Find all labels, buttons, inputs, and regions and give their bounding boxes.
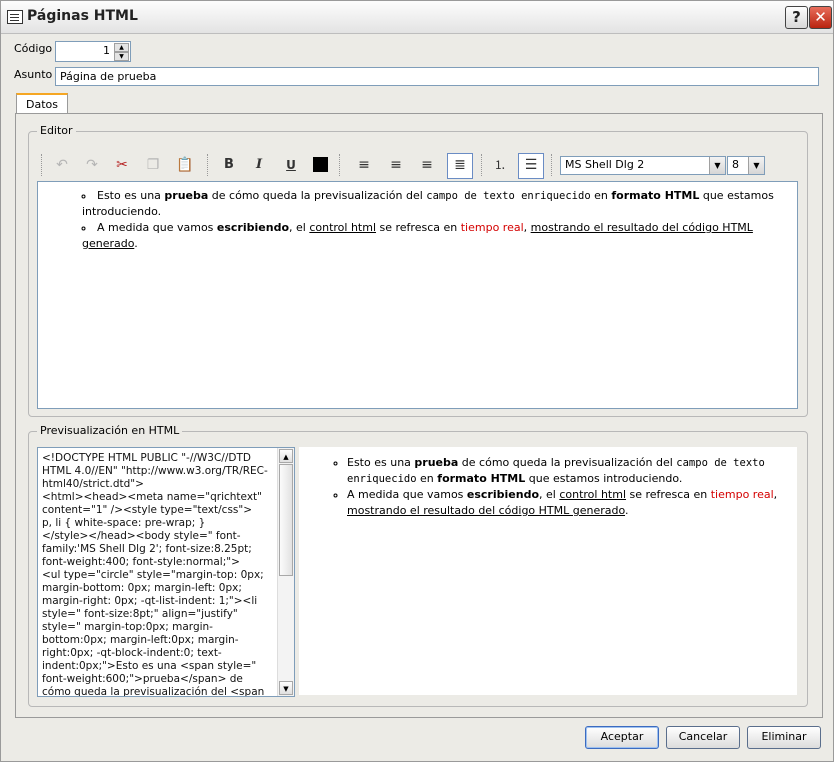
spin-down-icon[interactable]: ▼	[114, 52, 129, 61]
underline-button[interactable]: U	[280, 154, 302, 176]
toolbar-separator	[481, 154, 484, 176]
italic-button[interactable]: I	[248, 154, 270, 176]
editor-list-item: A medida que vamos escribiendo, el contr…	[82, 220, 788, 252]
asunto-label: Asunto	[14, 68, 53, 81]
text-color-swatch[interactable]	[313, 157, 328, 172]
accept-button[interactable]: Aceptar	[585, 726, 659, 749]
bullet-list-icon[interactable]: ☰	[518, 153, 544, 179]
align-right-icon[interactable]: ≡	[416, 154, 438, 176]
chevron-down-icon[interactable]: ▼	[709, 157, 725, 174]
cut-icon[interactable]: ✂	[111, 154, 133, 176]
redo-icon[interactable]: ↷	[81, 154, 103, 176]
editor-group-title: Editor	[37, 124, 76, 137]
preview-list-item: Esto es una prueba de cómo queda la prev…	[347, 455, 789, 487]
numbered-list-icon[interactable]: ⒈	[489, 154, 511, 176]
cancel-button[interactable]: Cancelar	[666, 726, 740, 749]
rich-text-editor[interactable]: Esto es una prueba de cómo queda la prev…	[37, 181, 798, 409]
font-family-select[interactable]: MS Shell Dlg 2 ▼	[560, 156, 726, 175]
toolbar-separator	[551, 154, 554, 176]
preview-list-item: A medida que vamos escribiendo, el contr…	[347, 487, 789, 519]
tab-datos[interactable]: Datos	[16, 93, 68, 115]
codigo-value[interactable]: 1	[103, 44, 110, 57]
copy-icon[interactable]: ❐	[142, 154, 164, 176]
dialog-window: Páginas HTML ? ✕ Código 1 ▲ ▼ Asunto Dat…	[0, 0, 834, 762]
asunto-input[interactable]	[55, 67, 819, 86]
window-title: Páginas HTML	[27, 8, 138, 24]
title-bar: Páginas HTML ? ✕	[1, 1, 833, 34]
toolbar-separator	[339, 154, 342, 176]
delete-button[interactable]: Eliminar	[747, 726, 821, 749]
paste-icon[interactable]: 📋	[174, 154, 196, 176]
codigo-label: Código	[14, 42, 53, 55]
editor-list-item: Esto es una prueba de cómo queda la prev…	[82, 188, 788, 220]
source-scrollbar[interactable]: ▲ ▼	[277, 448, 294, 696]
scroll-down-icon[interactable]: ▼	[279, 681, 293, 695]
chevron-down-icon[interactable]: ▼	[748, 157, 764, 174]
preview-group-title: Previsualización en HTML	[37, 424, 183, 437]
codigo-spinbox[interactable]: 1 ▲ ▼	[55, 41, 131, 62]
toolbar-separator	[207, 154, 210, 176]
close-button[interactable]: ✕	[809, 6, 832, 29]
window-icon	[7, 10, 23, 24]
align-center-icon[interactable]: ≡	[385, 154, 407, 176]
bold-button[interactable]: B	[218, 154, 240, 176]
font-family-value: MS Shell Dlg 2	[565, 158, 645, 171]
help-button[interactable]: ?	[785, 6, 808, 29]
align-left-icon[interactable]: ≡	[353, 154, 375, 176]
scroll-thumb[interactable]	[279, 464, 293, 576]
html-preview: Esto es una prueba de cómo queda la prev…	[299, 447, 797, 695]
spin-up-icon[interactable]: ▲	[114, 43, 129, 52]
toolbar-separator	[41, 154, 44, 176]
scroll-up-icon[interactable]: ▲	[279, 449, 293, 463]
align-justify-icon[interactable]: ≣	[447, 153, 473, 179]
html-source-text: <!DOCTYPE HTML PUBLIC "-//W3C//DTD HTML …	[42, 452, 268, 697]
html-source-view[interactable]: <!DOCTYPE HTML PUBLIC "-//W3C//DTD HTML …	[37, 447, 295, 697]
undo-icon[interactable]: ↶	[51, 154, 73, 176]
font-size-value: 8	[732, 158, 739, 171]
font-size-select[interactable]: 8 ▼	[727, 156, 765, 175]
